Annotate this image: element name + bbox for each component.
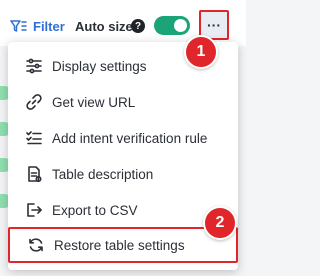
menu-item-label: Add intent verification rule xyxy=(52,130,208,146)
sliders-icon xyxy=(24,56,44,76)
callout-badge-2: 2 xyxy=(203,206,237,240)
more-options-menu: Display settings Get view URL Add intent… xyxy=(8,42,238,270)
menu-item-label: Display settings xyxy=(52,58,147,74)
link-icon xyxy=(24,92,44,112)
toggle-knob xyxy=(174,19,187,32)
autosize-toggle[interactable] xyxy=(154,16,190,35)
filter-label: Filter xyxy=(33,18,65,34)
menu-item-label: Restore table settings xyxy=(54,237,185,253)
filter-icon xyxy=(10,20,27,32)
menu-item-table-description[interactable]: Table description xyxy=(8,156,238,192)
menu-item-add-intent-rule[interactable]: Add intent verification rule xyxy=(8,120,238,156)
filter-button[interactable]: Filter xyxy=(10,17,65,35)
menu-item-label: Table description xyxy=(52,166,154,182)
checklist-icon xyxy=(24,128,44,148)
help-icon[interactable]: ? xyxy=(131,19,145,33)
refresh-icon xyxy=(26,235,46,255)
menu-item-get-view-url[interactable]: Get view URL xyxy=(8,84,238,120)
export-icon xyxy=(24,200,44,220)
menu-item-restore-table-settings[interactable]: Restore table settings xyxy=(8,227,238,263)
document-icon xyxy=(24,164,44,184)
callout-badge-1: 1 xyxy=(184,35,218,69)
menu-item-label: Get view URL xyxy=(52,94,136,110)
autosize-label: Auto size xyxy=(75,19,133,34)
menu-item-label: Export to CSV xyxy=(52,202,138,218)
